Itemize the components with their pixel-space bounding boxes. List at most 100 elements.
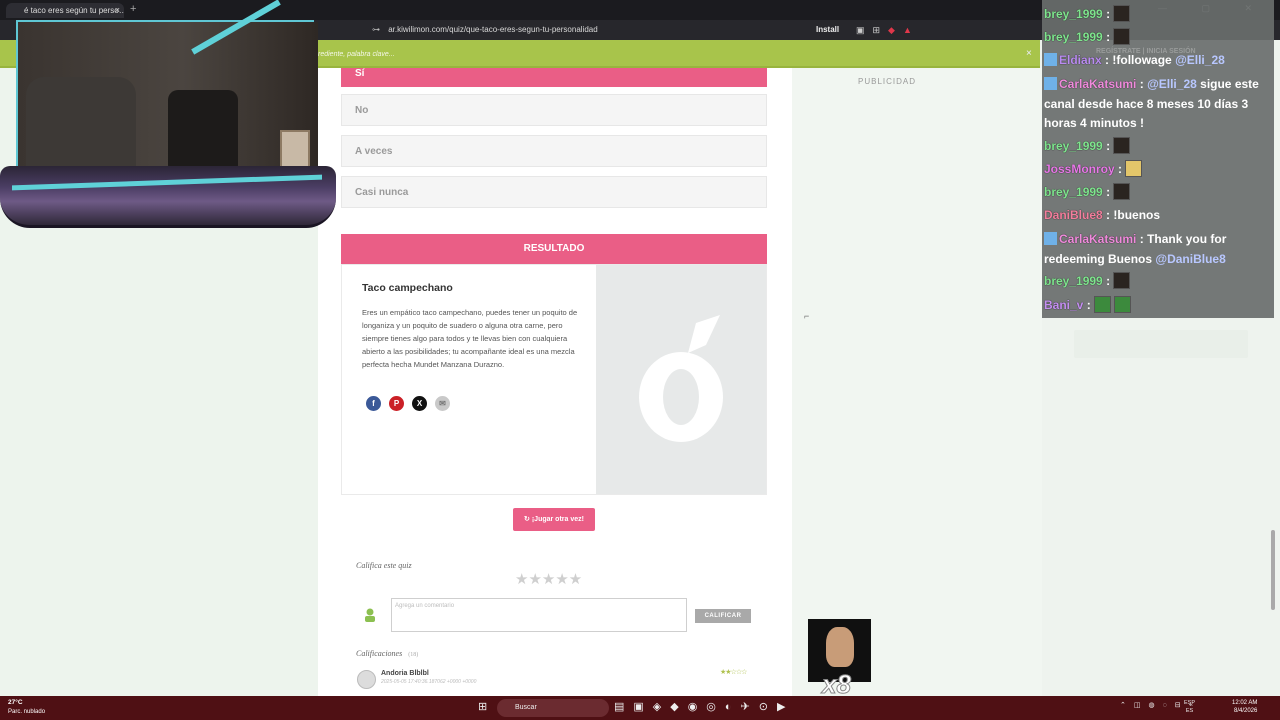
chat-username: brey_1999 [1044, 30, 1103, 44]
chat-separator: : [1105, 53, 1110, 67]
chat-message: CarlaKatsumi : Thank you for redeeming B… [1044, 230, 1274, 269]
ad-label: PUBLICIDAD [858, 77, 917, 86]
badge-icon [1044, 77, 1057, 90]
url-text: ar.kiwilimon.com/quiz/que-taco-eres-segu… [388, 25, 598, 34]
result-image-placeholder [596, 265, 766, 494]
star-rating-input[interactable]: ★★★★★ [515, 570, 582, 588]
faded-widget [1074, 330, 1248, 358]
chat-message: Eldianx : !followage @Elli_28 [1044, 51, 1274, 71]
url-field[interactable]: ⊶ ar.kiwilimon.com/quiz/que-taco-eres-se… [372, 23, 598, 37]
brand-logo-icon [639, 315, 723, 442]
page-scrollbar[interactable] [1271, 530, 1275, 610]
ratings-title: Calificaciones (18) [356, 649, 418, 658]
clock-time: 12:02 AM [1232, 700, 1258, 706]
close-icon[interactable]: × [1026, 48, 1032, 59]
chat-username: DaniBlue8 [1044, 208, 1103, 222]
ad-column [792, 68, 1042, 696]
result-title: Taco campechano [362, 282, 453, 294]
mail-icon[interactable]: ✉ [435, 396, 450, 411]
webcam-chair [168, 90, 238, 175]
emote-icon [1113, 137, 1131, 154]
ratings-count: (18) [408, 652, 419, 658]
chat-separator: : [1139, 77, 1144, 91]
chat-mention: @Elli_28 [1175, 53, 1225, 67]
chat-separator: : [1106, 185, 1111, 199]
rate-button[interactable]: CALIFICAR [695, 609, 751, 623]
result-header: RESULTADO [341, 234, 767, 264]
install-button[interactable]: Install [816, 23, 839, 37]
emote-icon [1113, 296, 1131, 313]
screen: é taco eres según tu perso… × + — ▢ ✕ ⊶ … [0, 0, 1280, 720]
review-author: Andoria Blblbl [381, 670, 429, 677]
badge-icon [1044, 53, 1057, 66]
chat-message: brey_1999 : [1044, 272, 1274, 292]
temperature: 27°C [8, 699, 23, 706]
replay-icon: ↻ [524, 516, 530, 523]
ratings-title-text: Calificaciones [356, 649, 403, 658]
chat-username: brey_1999 [1044, 7, 1103, 21]
comment-input[interactable]: Agrega un comentario [391, 598, 687, 632]
site-info-icon[interactable]: ⊶ [372, 25, 380, 34]
mouse-cursor-icon: ⌐ [804, 311, 810, 321]
quiz-option[interactable]: A veces [341, 135, 767, 167]
chat-username: brey_1999 [1044, 139, 1103, 153]
search-label: Buscar [515, 704, 537, 711]
chat-message: CarlaKatsumi : @Elli_28 sigue este canal… [1044, 75, 1274, 134]
x-icon[interactable]: X [412, 396, 427, 411]
chat-separator: : [1106, 208, 1111, 222]
play-again-button[interactable]: ↻ ¡Jugar otra vez! [513, 508, 595, 531]
quiz-option[interactable]: No [341, 94, 767, 126]
pinterest-icon[interactable]: P [389, 396, 404, 411]
language-indicator[interactable]: ESP ES [1184, 699, 1195, 715]
chat-separator: : [1106, 274, 1111, 288]
chat-message: brey_1999 : [1044, 28, 1274, 48]
chat-username: brey_1999 [1044, 185, 1103, 199]
extension-shield-icon[interactable]: ◆▲ [888, 25, 920, 35]
chat-username: CarlaKatsumi [1059, 77, 1137, 91]
taskbar: 27°C Parc. nublado ⊞ Buscar ▤▣◈◆◉◎◐✈⊙▶ ⌃… [0, 696, 1280, 720]
webcam-feed [16, 20, 318, 182]
chat-text: !followage [1112, 53, 1172, 67]
extension-icons[interactable]: ▣⊞◆▲ [856, 23, 920, 37]
chat-text: !buenos [1113, 208, 1161, 222]
language-bottom: ES [1185, 708, 1194, 714]
chat-message: brey_1999 : [1044, 137, 1274, 157]
chat-separator: : [1106, 139, 1111, 153]
chat-message: Bani_v : [1044, 296, 1274, 316]
chat-message: JossMonroy : [1044, 160, 1274, 180]
chat-message: brey_1999 : [1044, 183, 1274, 203]
chat-message: brey_1999 : [1044, 5, 1274, 25]
play-again-label: ¡Jugar otra vez! [531, 516, 584, 523]
weather-widget[interactable]: 27°C Parc. nublado [8, 698, 45, 717]
chat-mention: @DaniBlue8 [1155, 251, 1226, 266]
chat-separator: : [1086, 298, 1091, 312]
chat-message: DaniBlue8 : !buenos [1044, 206, 1274, 226]
weather-condition: Parc. nublado [8, 709, 46, 715]
user-icon [365, 608, 375, 622]
chat-username: JossMonroy [1044, 162, 1115, 176]
review-date: 2025-05-05 17:40:36.187062 +0000 +0000 [381, 679, 477, 685]
quiz-option-selected[interactable]: Sí [341, 68, 767, 87]
chat-username: CarlaKatsumi [1059, 232, 1137, 246]
chat-username: Eldianx [1059, 53, 1102, 67]
emote-icon [1113, 272, 1131, 289]
cat-icon [826, 627, 854, 667]
quiz-option[interactable]: Casi nunca [341, 176, 767, 208]
emote-icon [1113, 5, 1131, 22]
rate-quiz-title: Califica este quiz [356, 561, 412, 570]
webcam-overlay [0, 0, 336, 230]
badge-icon [1044, 232, 1057, 245]
chat-separator: : [1106, 30, 1111, 44]
webcam-sofa [26, 77, 136, 172]
webcam-picture-frame [280, 130, 310, 168]
clock[interactable]: 12:02 AM 8/4/2026 [1232, 699, 1257, 715]
chat-separator: : [1106, 7, 1111, 21]
taskbar-app-icons[interactable]: ▤▣◈◆◉◎◐✈⊙▶ [614, 700, 794, 713]
emote-icon [1125, 160, 1143, 177]
emote-icon [1113, 28, 1131, 45]
taskbar-search[interactable]: Buscar [497, 699, 609, 717]
avatar [357, 670, 376, 689]
windows-start-icon[interactable]: ⊞ [478, 700, 496, 713]
clock-date: 8/4/2026 [1234, 708, 1258, 714]
facebook-icon[interactable]: f [366, 396, 381, 411]
